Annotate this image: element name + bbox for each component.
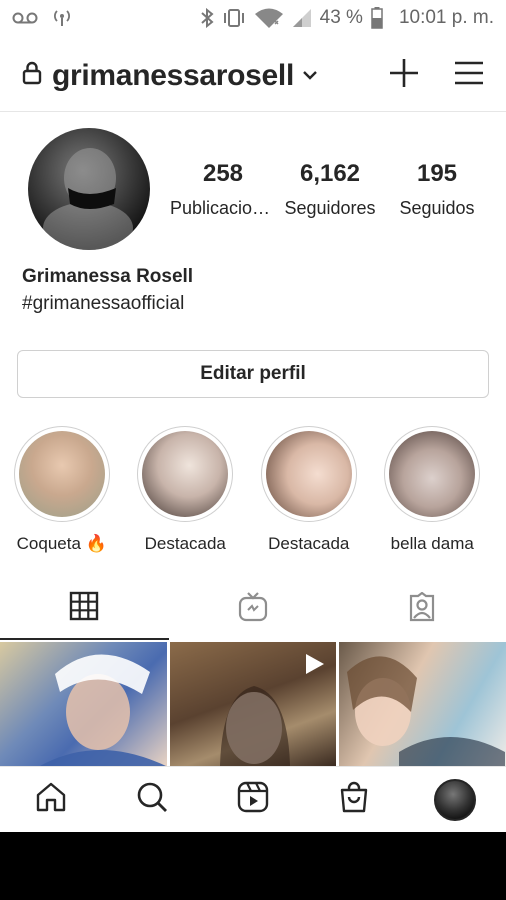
phone-screen: 43 % 10:01 p. m. grimanessarosell 258 Pu…: [0, 0, 506, 900]
account-switcher-chevron-icon[interactable]: [302, 67, 318, 85]
highlight-cover: [18, 431, 105, 517]
status-bar: 43 % 10:01 p. m.: [0, 0, 506, 36]
home-icon: [35, 781, 67, 818]
profile-stats: 258 Publicaciones 6,162 Seguidores 195 S…: [170, 160, 490, 219]
following-label: Seguidos: [399, 198, 475, 218]
highlight-cover: [142, 431, 229, 517]
highlight-ring: [137, 426, 234, 522]
followers-stat[interactable]: 6,162 Seguidores: [277, 160, 383, 219]
highlight-item[interactable]: bella dama: [371, 426, 495, 554]
grid-icon: [69, 591, 99, 626]
followers-label: Seguidores: [284, 198, 376, 218]
story-highlights: Coqueta 🔥 Destacada Destacada bella dama: [0, 426, 506, 554]
highlight-label: Coqueta 🔥: [16, 534, 107, 553]
nav-reels[interactable]: [223, 770, 283, 830]
tab-tagged[interactable]: [337, 578, 506, 640]
highlight-label: Destacada: [268, 534, 350, 553]
reels-icon: [237, 781, 269, 818]
voicemail-icon: [12, 11, 38, 25]
posts-grid: [0, 642, 506, 766]
highlight-label: bella dama: [390, 534, 474, 553]
posts-stat[interactable]: 258 Publicaciones: [170, 160, 276, 219]
reel-play-icon: [304, 652, 326, 681]
private-lock-icon: [22, 61, 42, 90]
followers-count: 6,162: [299, 160, 361, 187]
profile-avatar[interactable]: [28, 128, 150, 250]
menu-hamburger-icon[interactable]: [454, 60, 484, 91]
posts-label: Publicaciones: [170, 198, 276, 218]
bluetooth-icon: [200, 8, 214, 28]
cell-signal-icon: [292, 8, 312, 28]
following-count: 195: [416, 160, 458, 187]
wifi-icon: [254, 7, 284, 29]
highlight-item[interactable]: Coqueta 🔥: [0, 426, 124, 554]
profile-tabs: [0, 578, 506, 640]
nav-search[interactable]: [122, 770, 182, 830]
hotspot-icon: [52, 8, 72, 28]
highlight-label: Destacada: [144, 534, 226, 553]
highlight-ring: [384, 426, 481, 522]
clock: 10:01 p. m.: [398, 7, 494, 28]
battery-percent: 43 %: [319, 7, 363, 28]
following-stat[interactable]: 195 Seguidos: [384, 160, 490, 219]
nav-home[interactable]: [21, 770, 81, 830]
profile-header: grimanessarosell: [0, 40, 506, 112]
highlight-ring: [13, 426, 110, 522]
shopping-bag-icon: [338, 781, 370, 818]
edit-profile-button[interactable]: Editar perfil: [17, 350, 489, 398]
profile-username[interactable]: grimanessarosell: [52, 59, 294, 93]
vibrate-icon: [222, 8, 246, 28]
igtv-icon: [238, 591, 268, 627]
bottom-navigation: [0, 766, 506, 832]
tab-posts-grid[interactable]: [0, 578, 169, 640]
highlight-item[interactable]: Destacada: [124, 426, 248, 554]
tab-igtv[interactable]: [169, 578, 338, 640]
highlight-ring: [260, 426, 357, 522]
nav-shop[interactable]: [324, 770, 384, 830]
battery-icon: [371, 7, 383, 29]
post-thumbnail[interactable]: [169, 642, 337, 766]
highlight-item[interactable]: Destacada: [247, 426, 371, 554]
post-thumbnail[interactable]: [0, 642, 167, 766]
highlight-cover: [389, 431, 476, 517]
new-post-plus-icon[interactable]: [388, 57, 420, 94]
search-icon: [136, 781, 168, 818]
profile-bio[interactable]: #grimanessaofficial: [22, 293, 184, 315]
system-navigation-bar: [0, 832, 506, 900]
profile-full-name: Grimanessa Rosell: [22, 266, 194, 287]
nav-profile[interactable]: [425, 770, 485, 830]
posts-count: 258: [202, 160, 244, 187]
profile-avatar-small: [434, 778, 477, 821]
tagged-person-icon: [407, 591, 437, 627]
highlight-cover: [265, 431, 352, 517]
post-thumbnail[interactable]: [339, 642, 506, 766]
